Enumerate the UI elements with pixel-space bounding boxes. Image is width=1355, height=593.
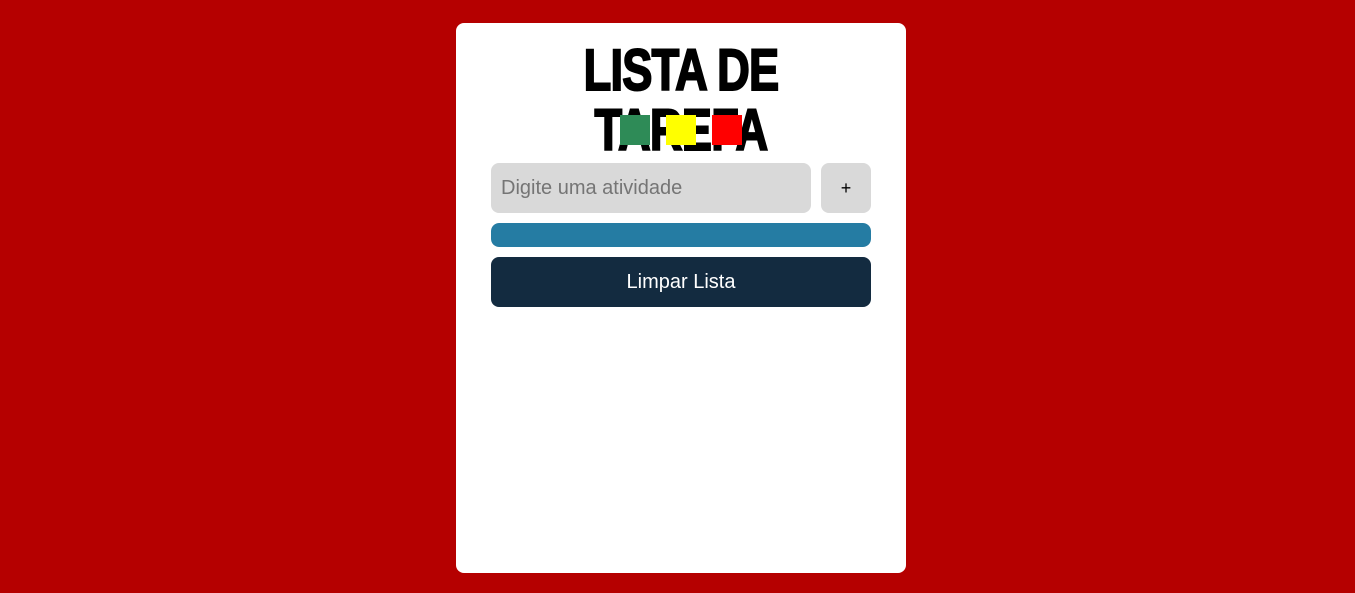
add-task-button[interactable]: + <box>821 163 871 213</box>
color-picker <box>456 115 906 145</box>
progress-bar-fill <box>491 223 871 247</box>
color-swatch-yellow[interactable] <box>666 115 696 145</box>
clear-list-button[interactable]: Limpar Lista <box>491 257 871 307</box>
task-input-row: + <box>491 163 871 213</box>
task-input[interactable] <box>491 163 811 213</box>
color-swatch-green[interactable] <box>620 115 650 145</box>
color-swatch-red[interactable] <box>712 115 742 145</box>
progress-bar <box>491 223 871 247</box>
todo-card: LISTA DE TAREFA + Limpar Lista <box>456 23 906 573</box>
